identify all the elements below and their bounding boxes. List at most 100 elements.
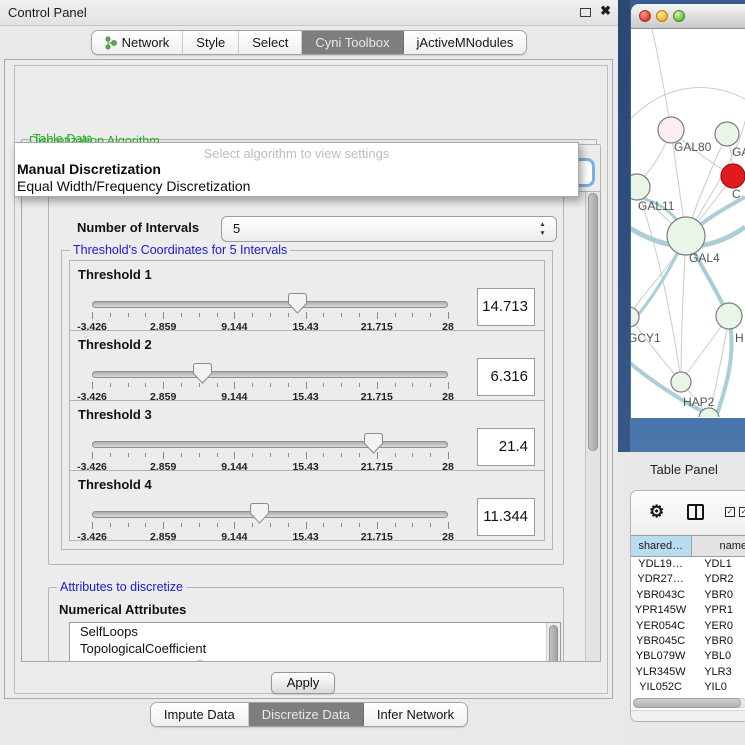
tick-label: 21.715 [361, 531, 393, 543]
columns-icon[interactable] [687, 504, 704, 520]
slider-track[interactable] [92, 371, 448, 378]
threshold-value-field[interactable]: 21.4 [477, 428, 535, 466]
close-traffic-light-icon[interactable] [639, 10, 651, 22]
node-gcy1[interactable] [631, 307, 639, 327]
tick-mark [92, 522, 93, 529]
node-hap2[interactable] [671, 372, 691, 392]
slider-track[interactable] [92, 511, 448, 518]
node-gal11[interactable] [631, 174, 650, 200]
threshold-slider[interactable]: -3.4262.8599.14415.4321.71528 [92, 369, 448, 399]
table-row[interactable]: YDR27…YDR2 [631, 572, 745, 587]
tick-mark [412, 383, 413, 387]
tick-mark [110, 523, 111, 527]
tick-mark [341, 523, 342, 527]
interval-definition-group: Interval Definition Number of Intervals … [48, 193, 564, 565]
threshold-slider[interactable]: -3.4262.8599.14415.4321.71528 [92, 509, 448, 539]
table-row[interactable]: YBR045CYBR0 [631, 634, 745, 649]
tick-label: 28 [442, 531, 454, 543]
tick-mark [163, 312, 164, 319]
node-h[interactable] [716, 303, 742, 329]
slider-handle[interactable] [193, 363, 212, 384]
table-row[interactable]: YLR345WYLR3 [631, 665, 745, 680]
apply-button[interactable]: Apply [271, 672, 335, 694]
threshold-slider[interactable]: -3.4262.8599.14415.4321.71528 [92, 439, 448, 469]
table-panel-title: Table Panel [650, 462, 718, 477]
tick-mark [199, 383, 200, 387]
tick-mark [234, 382, 235, 389]
tab-discretize-data[interactable]: Discretize Data [249, 703, 364, 726]
tab-style[interactable]: Style [183, 31, 239, 54]
node-label: GA [732, 145, 745, 159]
algorithm-option-equal-width[interactable]: Equal Width/Frequency Discretization [15, 178, 578, 195]
slider-handle[interactable] [250, 503, 269, 524]
screen: Control Panel ✖ Network Style Select Cyn… [0, 0, 745, 745]
slider-handle[interactable] [288, 293, 307, 314]
select-none-checkbox-icon[interactable]: ✓ [739, 507, 745, 517]
zoom-traffic-light-icon[interactable] [673, 10, 685, 22]
tick-mark [234, 452, 235, 459]
slider-ticks [92, 382, 448, 390]
list-item[interactable]: BetweennessCentrality [70, 657, 560, 662]
table-toolbar: ⚙ ✓ ✓ [631, 491, 745, 535]
network-canvas[interactable]: GAL80 GA C GAL11 GAL4 GCY1 H HAP2 [631, 29, 745, 417]
tab-network[interactable]: Network [92, 31, 184, 54]
threshold-label: Threshold 2 [78, 337, 152, 352]
tab-network-label: Network [122, 31, 170, 54]
list-scrollbar[interactable] [546, 623, 560, 662]
node-gal4[interactable] [667, 217, 705, 255]
table-row[interactable]: YER054CYER0 [631, 619, 745, 634]
node-label: GCY1 [631, 331, 661, 345]
threshold-row: Threshold 2 -3.4262.8599.14415.4321.7152… [69, 330, 545, 401]
node-top-right[interactable] [715, 122, 739, 146]
tick-mark [448, 522, 449, 529]
list-scrollbar-thumb[interactable] [549, 625, 558, 662]
threshold-slider[interactable]: -3.4262.8599.14415.4321.71528 [92, 299, 448, 329]
table-row[interactable]: YBL079WYBL0 [631, 649, 745, 664]
horizontal-scrollbar-thumb[interactable] [633, 698, 741, 708]
table-row[interactable]: YIL052CYIL0 [631, 680, 745, 695]
list-item[interactable]: SelfLoops [70, 623, 560, 640]
tab-jactivemnodules[interactable]: jActiveMNodules [404, 31, 527, 54]
threshold-value-field[interactable]: 14.713 [477, 288, 535, 326]
tick-mark [181, 453, 182, 457]
numerical-attributes-list: SelfLoops TopologicalCoefficient Between… [69, 622, 561, 662]
table-row[interactable]: YBR043CYBR0 [631, 588, 745, 603]
slider-track[interactable] [92, 301, 448, 308]
tab-cyni-toolbox[interactable]: Cyni Toolbox [302, 31, 403, 54]
tab-infer-network[interactable]: Infer Network [364, 703, 467, 726]
tab-select[interactable]: Select [239, 31, 302, 54]
horizontal-scrollbar[interactable] [631, 697, 745, 710]
vertical-scrollbar-thumb[interactable] [588, 193, 598, 451]
tick-mark [412, 453, 413, 457]
table-row[interactable]: YDL19…YDL1 [631, 557, 745, 572]
slider-handle[interactable] [364, 433, 383, 454]
vertical-scrollbar[interactable] [585, 185, 600, 661]
node-red-selected[interactable] [721, 164, 745, 188]
threshold-value-field[interactable]: 6.316 [477, 358, 535, 396]
threshold-label: Threshold 3 [78, 407, 152, 422]
tick-mark [430, 523, 431, 527]
tick-mark [145, 383, 146, 387]
threshold-value-field[interactable]: 11.344 [477, 498, 535, 536]
table-row[interactable]: YPR145WYPR1 [631, 603, 745, 618]
float-window-icon[interactable] [580, 8, 591, 17]
algorithm-option-manual[interactable]: Manual Discretization [15, 161, 578, 178]
tab-impute-data[interactable]: Impute Data [151, 703, 249, 726]
close-icon[interactable]: ✖ [600, 3, 611, 19]
tick-mark [270, 383, 271, 387]
minimize-traffic-light-icon[interactable] [656, 10, 668, 22]
column-header-shared[interactable]: shared… [631, 536, 692, 556]
tick-mark [448, 312, 449, 319]
number-of-intervals-combo[interactable]: 5 ▲▼ [221, 216, 557, 242]
list-item[interactable]: TopologicalCoefficient [70, 640, 560, 657]
column-header-name[interactable]: name [692, 536, 745, 556]
slider-track[interactable] [92, 441, 448, 448]
tick-mark [323, 313, 324, 317]
thresholds-group-title: Threshold's Coordinates for 5 Intervals [70, 243, 290, 257]
tick-mark [359, 313, 360, 317]
select-all-checkbox-icon[interactable]: ✓ [725, 507, 735, 517]
tick-mark [448, 382, 449, 389]
network-window-titlebar[interactable] [631, 4, 745, 29]
tick-mark [199, 523, 200, 527]
gear-icon[interactable]: ⚙ [649, 502, 664, 522]
